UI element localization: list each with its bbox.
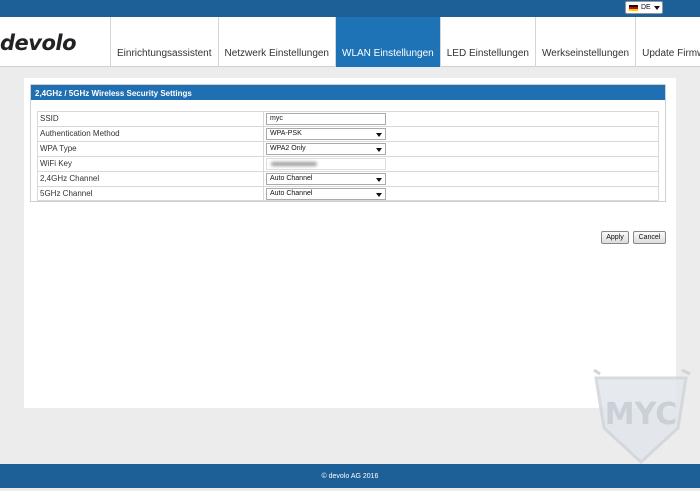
language-selector[interactable]: DE: [625, 1, 663, 14]
chevron-down-icon: [653, 5, 660, 10]
dropdown-arrow-icon: [376, 193, 382, 197]
nav-tabs: Einrichtungsassistent Netzwerk Einstellu…: [110, 17, 700, 67]
tab-netzwerk-einstellungen[interactable]: Netzwerk Einstellungen: [217, 17, 336, 67]
tab-einrichtungsassistent[interactable]: Einrichtungsassistent: [110, 17, 218, 67]
channel-24ghz-value: Auto Channel: [270, 175, 313, 182]
channel-24ghz-label: 2,4GHz Channel: [40, 174, 100, 183]
settings-table: SSID myc Authentication Method WPA-PSK W…: [37, 111, 659, 201]
cancel-button[interactable]: Cancel: [633, 231, 666, 244]
dropdown-arrow-icon: [376, 133, 382, 137]
tab-werkseinstellungen[interactable]: Werkseinstellungen: [535, 17, 635, 67]
tab-wlan-einstellungen[interactable]: WLAN Einstellungen: [335, 17, 440, 67]
settings-row-24ghz-channel: 2,4GHz Channel Auto Channel: [37, 171, 659, 186]
channel-5ghz-label: 5GHz Channel: [40, 189, 93, 198]
obscured-key: [271, 162, 317, 166]
settings-row-ssid: SSID myc: [37, 111, 659, 126]
wifi-key-input[interactable]: [266, 158, 386, 170]
devolo-logo: devolo: [0, 31, 77, 55]
copyright-text: © devolo AG 2016: [321, 472, 379, 480]
myc-watermark-logo: MYC: [593, 368, 691, 465]
watermark-text: MYC: [605, 397, 678, 432]
channel-5ghz-value: Auto Channel: [270, 190, 313, 197]
wpa-type-label: WPA Type: [40, 144, 77, 153]
wifi-key-label: WiFi Key: [40, 159, 72, 168]
channel-24ghz-select[interactable]: Auto Channel: [266, 173, 386, 185]
ssid-label: SSID: [40, 114, 59, 123]
tab-update-firmware[interactable]: Update Firmware: [635, 17, 700, 67]
apply-button[interactable]: Apply: [601, 231, 629, 244]
ssid-input[interactable]: myc: [266, 113, 386, 125]
language-label: DE: [641, 4, 651, 11]
germany-flag-icon: [629, 4, 638, 11]
tab-led-einstellungen[interactable]: LED Einstellungen: [439, 17, 535, 67]
dropdown-arrow-icon: [376, 148, 382, 152]
wpa-type-select[interactable]: WPA2 Only: [266, 143, 386, 155]
auth-method-label: Authentication Method: [40, 129, 120, 138]
settings-row-wifi-key: WiFi Key: [37, 156, 659, 171]
top-bar: DE: [0, 0, 700, 17]
settings-row-5ghz-channel: 5GHz Channel Auto Channel: [37, 186, 659, 201]
dropdown-arrow-icon: [376, 178, 382, 182]
settings-row-auth-method: Authentication Method WPA-PSK: [37, 126, 659, 141]
content-panel: 2,4GHz / 5GHz Wireless Security Settings…: [24, 78, 676, 408]
wpa-type-value: WPA2 Only: [270, 145, 306, 152]
wireless-security-settings: 2,4GHz / 5GHz Wireless Security Settings…: [30, 84, 666, 202]
section-title: 2,4GHz / 5GHz Wireless Security Settings: [31, 85, 665, 100]
auth-method-select[interactable]: WPA-PSK: [266, 128, 386, 140]
auth-method-value: WPA-PSK: [270, 130, 302, 137]
settings-row-wpa-type: WPA Type WPA2 Only: [37, 141, 659, 156]
channel-5ghz-select[interactable]: Auto Channel: [266, 188, 386, 200]
footer: © devolo AG 2016: [0, 464, 700, 488]
main-navigation: devolo Einrichtungsassistent Netzwerk Ei…: [0, 17, 700, 67]
